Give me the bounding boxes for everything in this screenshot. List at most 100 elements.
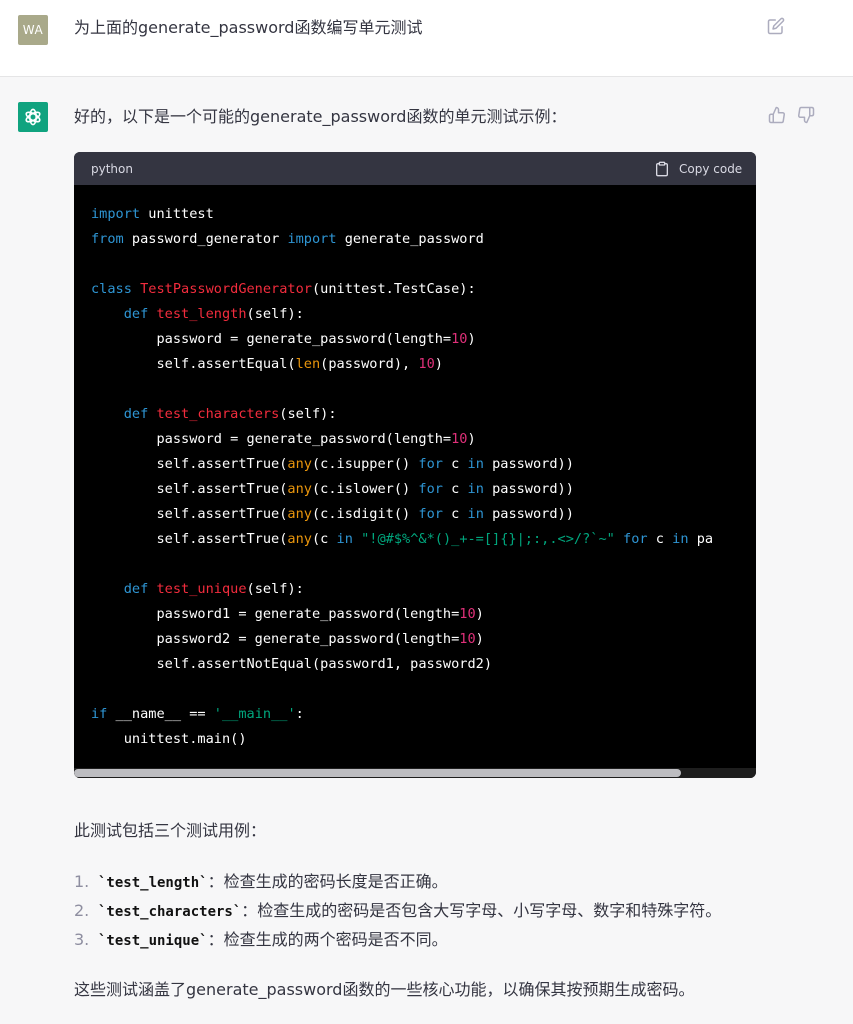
code-token: unittest.main() xyxy=(91,731,247,747)
code-token: ) xyxy=(475,631,484,647)
code-token: for xyxy=(418,506,443,522)
code-token: password2 = generate_password(length= xyxy=(91,631,460,647)
code-token: if xyxy=(91,706,108,722)
code-token: (c.islower() xyxy=(311,481,419,497)
code-token: ) xyxy=(467,431,476,447)
code-token: in xyxy=(467,456,484,472)
list-item: 3. `test_unique`：检查生成的两个密码是否不同。 xyxy=(74,928,448,953)
code-token: any xyxy=(287,531,312,547)
code-token: import xyxy=(287,231,337,247)
code-token: self.assertTrue( xyxy=(91,456,288,472)
list-item-number: 3. xyxy=(74,930,90,949)
code-token: import xyxy=(91,206,141,222)
code-token: for xyxy=(418,481,443,497)
list-item-desc: ：检查生成的密码是否包含大写字母、小写字母、数字和特殊字符。 xyxy=(241,901,722,920)
list-item-desc: ：检查生成的密码长度是否正确。 xyxy=(207,872,448,891)
code-token: def xyxy=(123,581,149,597)
code-token: 10 xyxy=(459,631,476,647)
code-token: unittest xyxy=(140,206,214,222)
list-item: 1. `test_length`：检查生成的密码长度是否正确。 xyxy=(74,870,448,895)
code-token: c xyxy=(442,456,468,472)
code-language-label: python xyxy=(91,162,133,176)
code-token: password1 = generate_password(length= xyxy=(91,606,460,622)
code-scrollbar-thumb[interactable] xyxy=(74,769,681,777)
code-token: any xyxy=(287,456,312,472)
list-item-code: `test_length` xyxy=(98,875,208,891)
code-line: def test_length(self): xyxy=(91,302,756,327)
code-token: (c.isupper() xyxy=(311,456,419,472)
code-token: (c xyxy=(311,531,337,547)
code-line: unittest.main() xyxy=(91,727,756,752)
code-token: def xyxy=(123,406,149,422)
code-token: in xyxy=(336,531,353,547)
code-token: 10 xyxy=(451,331,468,347)
user-message-row: WA 为上面的generate_password函数编写单元测试 xyxy=(0,0,853,77)
code-token: def xyxy=(123,306,149,322)
code-token: TestPasswordGenerator xyxy=(140,281,312,297)
user-avatar: WA xyxy=(18,15,48,45)
code-token: self.assertNotEqual(password1, password2… xyxy=(91,656,493,672)
assistant-intro-text: 好的，以下是一个可能的generate_password函数的单元测试示例： xyxy=(74,107,567,126)
edit-icon[interactable] xyxy=(767,17,785,35)
code-token: any xyxy=(287,481,312,497)
copy-code-label: Copy code xyxy=(679,162,743,176)
code-content: import unittest from password_generator i… xyxy=(91,202,756,762)
code-token: (self): xyxy=(246,581,304,597)
code-token: (unittest.TestCase): xyxy=(311,281,476,297)
code-token: (self): xyxy=(279,406,337,422)
code-line: self.assertTrue(any(c.isupper() for c in… xyxy=(91,452,756,477)
code-token: for xyxy=(623,531,648,547)
code-token: password = generate_password(length= xyxy=(91,331,452,347)
code-token: generate_password xyxy=(336,231,484,247)
code-token: 10 xyxy=(451,431,468,447)
code-token: (self): xyxy=(246,306,304,322)
code-line: self.assertNotEqual(password1, password2… xyxy=(91,652,756,677)
code-token: c xyxy=(647,531,673,547)
code-token: 10 xyxy=(459,606,476,622)
code-header: python Copy code xyxy=(74,152,756,185)
code-line: password2 = generate_password(length=10) xyxy=(91,627,756,652)
list-item-number: 2. xyxy=(74,901,90,920)
code-token: '__main__' xyxy=(213,706,296,722)
code-token: self.assertTrue( xyxy=(91,531,288,547)
code-token: (c.isdigit() xyxy=(311,506,419,522)
code-token: in xyxy=(467,506,484,522)
assistant-message-row: 好的，以下是一个可能的generate_password函数的单元测试示例： p… xyxy=(0,77,853,1024)
list-item-code: `test_unique` xyxy=(98,933,208,949)
code-line: self.assertEqual(len(password), 10) xyxy=(91,352,756,377)
code-line: self.assertTrue(any(c.islower() for c in… xyxy=(91,477,756,502)
code-token: ) xyxy=(467,331,476,347)
code-token: password = generate_password(length= xyxy=(91,431,452,447)
code-token: self.assertEqual( xyxy=(91,356,296,372)
code-block: python Copy code import unittest from pas… xyxy=(74,152,756,778)
code-token: self.assertTrue( xyxy=(91,481,288,497)
code-line: password = generate_password(length=10) xyxy=(91,427,756,452)
list-item-number: 1. xyxy=(74,872,90,891)
code-token: test_length xyxy=(156,306,247,322)
code-line: password1 = generate_password(length=10) xyxy=(91,602,756,627)
code-line: self.assertTrue(any(c.isdigit() for c in… xyxy=(91,502,756,527)
code-line: password = generate_password(length=10) xyxy=(91,327,756,352)
thumbs-up-icon[interactable] xyxy=(768,106,786,124)
code-token: in xyxy=(672,531,689,547)
code-token: c xyxy=(442,506,468,522)
code-token: test_characters xyxy=(156,406,280,422)
list-item-code: `test_characters` xyxy=(98,904,242,920)
thumbs-down-icon[interactable] xyxy=(797,106,815,124)
code-token: any xyxy=(287,506,312,522)
code-token: __name__ == xyxy=(107,706,214,722)
code-token: len xyxy=(295,356,321,372)
code-token: ) xyxy=(434,356,443,372)
code-token: class xyxy=(91,281,132,297)
code-line: import unittest xyxy=(91,202,756,227)
code-token: (password), xyxy=(320,356,419,372)
user-message-text: 为上面的generate_password函数编写单元测试 xyxy=(74,18,423,37)
